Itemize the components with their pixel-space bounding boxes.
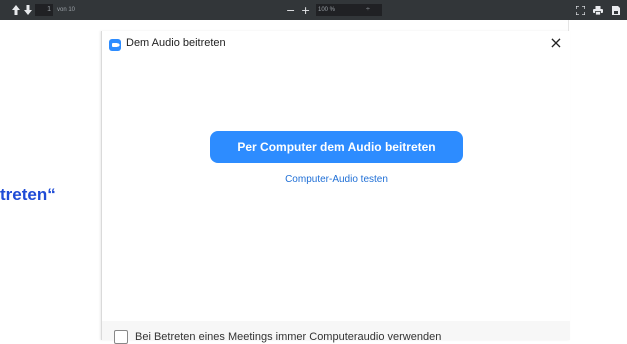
zoom-in-button[interactable]: + [301, 0, 310, 20]
page-count-label: von 10 [57, 7, 76, 13]
always-use-computer-audio-checkbox[interactable] [114, 330, 128, 344]
dialog-titlebar: Dem Audio beitreten × [102, 31, 570, 57]
test-computer-audio-link[interactable]: Computer-Audio testen [210, 174, 463, 185]
zoom-camera-icon [109, 39, 121, 51]
zoom-out-button[interactable]: − [286, 0, 295, 20]
zoom-dropdown-icon[interactable]: ÷ [366, 0, 370, 20]
page-number-input[interactable]: 1 [35, 4, 53, 16]
dialog-title: Dem Audio beitreten [126, 37, 226, 49]
zoom-value: 100 % [318, 7, 336, 13]
fit-page-icon[interactable] [575, 5, 585, 15]
close-button[interactable]: × [548, 34, 564, 52]
down-arrow-icon[interactable] [24, 0, 32, 20]
document-text-fragment: treten“ [0, 185, 56, 204]
toolbar-right-actions [575, 0, 621, 20]
up-arrow-icon[interactable] [12, 0, 20, 20]
always-use-computer-audio-label[interactable]: Bei Betreten eines Meetings immer Comput… [135, 331, 441, 343]
join-computer-audio-button[interactable]: Per Computer dem Audio beitreten [210, 131, 463, 163]
print-icon[interactable] [593, 5, 603, 15]
pdf-toolbar: 1 von 10 − + 100 % ÷ [0, 0, 627, 20]
join-audio-dialog: Dem Audio beitreten × Per Computer dem A… [101, 31, 570, 344]
save-icon[interactable] [611, 5, 621, 15]
